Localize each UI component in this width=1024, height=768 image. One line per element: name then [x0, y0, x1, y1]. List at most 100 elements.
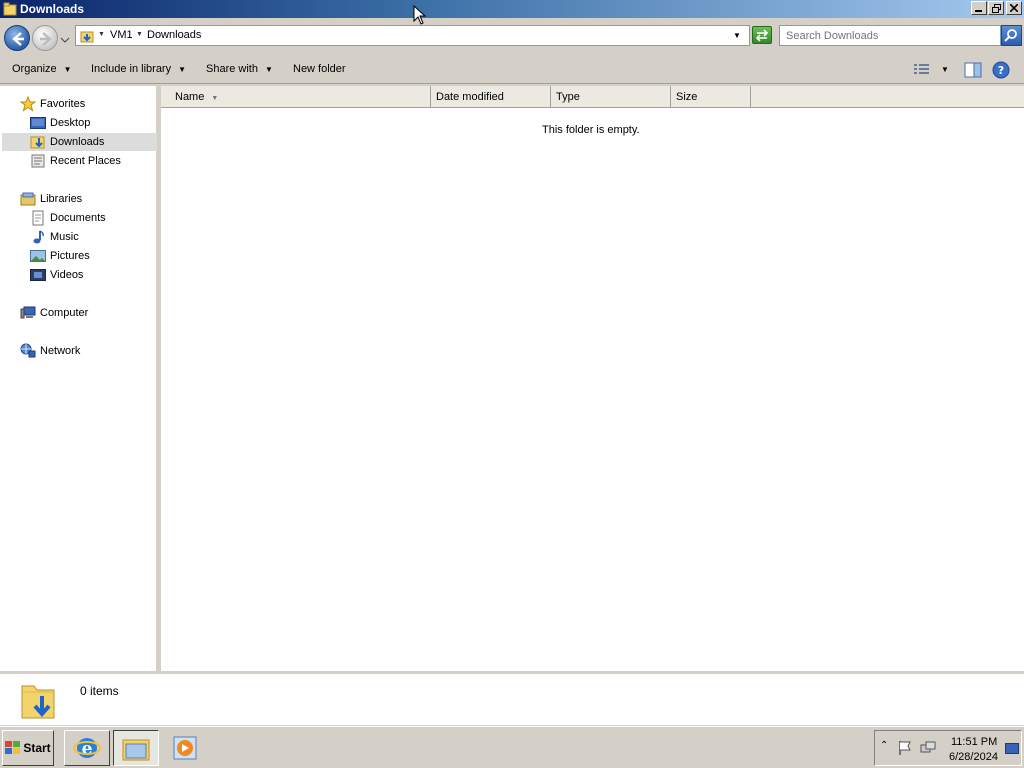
breadcrumb-arrow-icon[interactable]: ▼ — [136, 31, 143, 38]
restore-icon — [991, 3, 1001, 13]
downloads-icon — [30, 134, 46, 150]
nav-label: Videos — [50, 269, 84, 281]
chevron-down-icon: ▼ — [63, 65, 72, 74]
breadcrumb-downloads[interactable]: Downloads — [147, 29, 201, 41]
windows-explorer-icon — [122, 739, 150, 761]
organize-button[interactable]: Organize ▼ — [12, 63, 72, 75]
restore-button[interactable] — [988, 1, 1004, 15]
start-button[interactable]: Start — [2, 730, 54, 766]
empty-folder-message: This folder is empty. — [542, 124, 640, 136]
downloads-folder-icon — [80, 29, 94, 46]
minimize-icon — [975, 10, 982, 12]
view-options-dropdown-icon[interactable]: ▼ — [941, 65, 949, 74]
breadcrumb-vm1[interactable]: VM1 — [110, 29, 133, 41]
nav-documents[interactable]: Documents — [30, 209, 106, 227]
title-bar[interactable]: Downloads — [0, 0, 1024, 18]
details-pane: 0 items — [0, 671, 1024, 725]
nav-videos[interactable]: Videos — [30, 266, 83, 284]
item-count: 0 items — [80, 684, 119, 698]
command-bar: Organize ▼ Include in library ▼ Share with… — [0, 56, 1024, 84]
preview-pane-icon[interactable] — [964, 62, 982, 81]
show-desktop-icon[interactable] — [1005, 743, 1019, 758]
forward-button[interactable] — [32, 25, 58, 51]
recent-pages-icon[interactable] — [60, 34, 70, 46]
show-hidden-icons-icon[interactable]: ⌃ — [880, 740, 888, 751]
system-tray: ⌃ 11:51 PM 6/28/2024 — [874, 730, 1022, 766]
refresh-icon — [755, 29, 769, 42]
include-in-library-label: Include in library — [91, 63, 172, 75]
help-icon[interactable]: ? — [992, 61, 1010, 82]
address-dropdown-icon[interactable]: ▼ — [733, 31, 741, 40]
back-arrow-icon — [12, 32, 24, 46]
column-header-date-modified[interactable]: Date modified — [431, 86, 551, 108]
svg-text:?: ? — [998, 64, 1004, 77]
change-view-icon[interactable] — [913, 62, 931, 79]
clock-time[interactable]: 11:51 PM — [951, 736, 997, 748]
recent-places-icon — [30, 153, 46, 169]
internet-explorer-icon: e — [73, 738, 101, 759]
pictures-icon — [30, 248, 46, 264]
search-icon — [1004, 29, 1017, 42]
media-player-taskbar-button[interactable] — [162, 730, 208, 766]
column-header-type[interactable]: Type — [551, 86, 671, 108]
nav-label: Pictures — [50, 250, 90, 262]
share-with-label: Share with — [206, 63, 258, 75]
nav-label: Computer — [40, 307, 89, 319]
nav-downloads[interactable]: Downloads — [2, 133, 157, 151]
navigation-pane: Favorites Desktop Downloads Recent Place… — [0, 86, 159, 671]
column-label: Name — [175, 91, 205, 103]
action-center-flag-icon[interactable] — [897, 740, 913, 759]
mouse-cursor-icon — [413, 4, 427, 29]
internet-explorer-taskbar-button[interactable]: e — [64, 730, 110, 766]
include-in-library-button[interactable]: Include in library ▼ — [91, 63, 186, 75]
column-header-filler — [751, 86, 1024, 108]
window-title: Downloads — [20, 2, 85, 16]
desktop-icon — [30, 115, 46, 131]
close-icon — [1010, 4, 1018, 12]
forward-arrow-icon — [40, 32, 52, 46]
taskbar: Start e ⌃ 11:51 PM 6/28/2024 — [0, 726, 1024, 768]
close-button[interactable] — [1006, 1, 1022, 15]
chevron-down-icon: ▼ — [264, 65, 273, 74]
clock-date[interactable]: 6/28/2024 — [949, 751, 998, 763]
sort-arrow-icon: ▼ — [211, 95, 219, 102]
windows-explorer-taskbar-button[interactable] — [113, 730, 159, 766]
breadcrumb-arrow-icon[interactable]: ▼ — [98, 31, 105, 38]
nav-favorites[interactable]: Favorites — [20, 95, 85, 113]
nav-desktop[interactable]: Desktop — [30, 114, 90, 132]
documents-icon — [30, 210, 46, 226]
column-header-name[interactable]: Name ▼ — [161, 86, 431, 108]
nav-label: Network — [40, 345, 81, 357]
libraries-icon — [20, 191, 36, 207]
share-with-button[interactable]: Share with ▼ — [206, 63, 273, 75]
nav-music[interactable]: Music — [30, 228, 79, 246]
nav-label: Downloads — [50, 136, 105, 148]
nav-computer[interactable]: Computer — [20, 304, 88, 322]
file-list[interactable]: Name ▼ Date modified Type Size This fold… — [161, 86, 1024, 671]
nav-recent-places[interactable]: Recent Places — [30, 152, 121, 170]
nav-label: Music — [50, 231, 79, 243]
media-player-icon — [173, 736, 197, 760]
nav-label: Desktop — [50, 117, 91, 129]
nav-network[interactable]: Network — [20, 342, 80, 360]
nav-pictures[interactable]: Pictures — [30, 247, 90, 265]
videos-icon — [30, 267, 46, 283]
star-icon — [20, 96, 36, 112]
music-icon — [30, 229, 46, 245]
network-icon — [20, 343, 36, 359]
back-button[interactable] — [4, 25, 30, 51]
search-input[interactable] — [779, 25, 1001, 46]
nav-label: Libraries — [40, 193, 83, 205]
address-row: ▼ VM1 ▼ Downloads ▼ — [0, 18, 1024, 54]
new-folder-button[interactable]: New folder — [293, 63, 346, 75]
column-header-size[interactable]: Size — [671, 86, 751, 108]
chevron-down-icon: ▼ — [178, 65, 187, 74]
downloads-folder-large-icon — [20, 678, 56, 725]
start-label: Start — [23, 741, 51, 755]
minimize-button[interactable] — [971, 1, 987, 15]
nav-libraries[interactable]: Libraries — [20, 190, 82, 208]
refresh-button[interactable] — [752, 26, 772, 44]
nav-label: Recent Places — [50, 155, 121, 167]
search-button[interactable] — [1001, 25, 1022, 46]
network-status-icon[interactable] — [920, 740, 936, 759]
